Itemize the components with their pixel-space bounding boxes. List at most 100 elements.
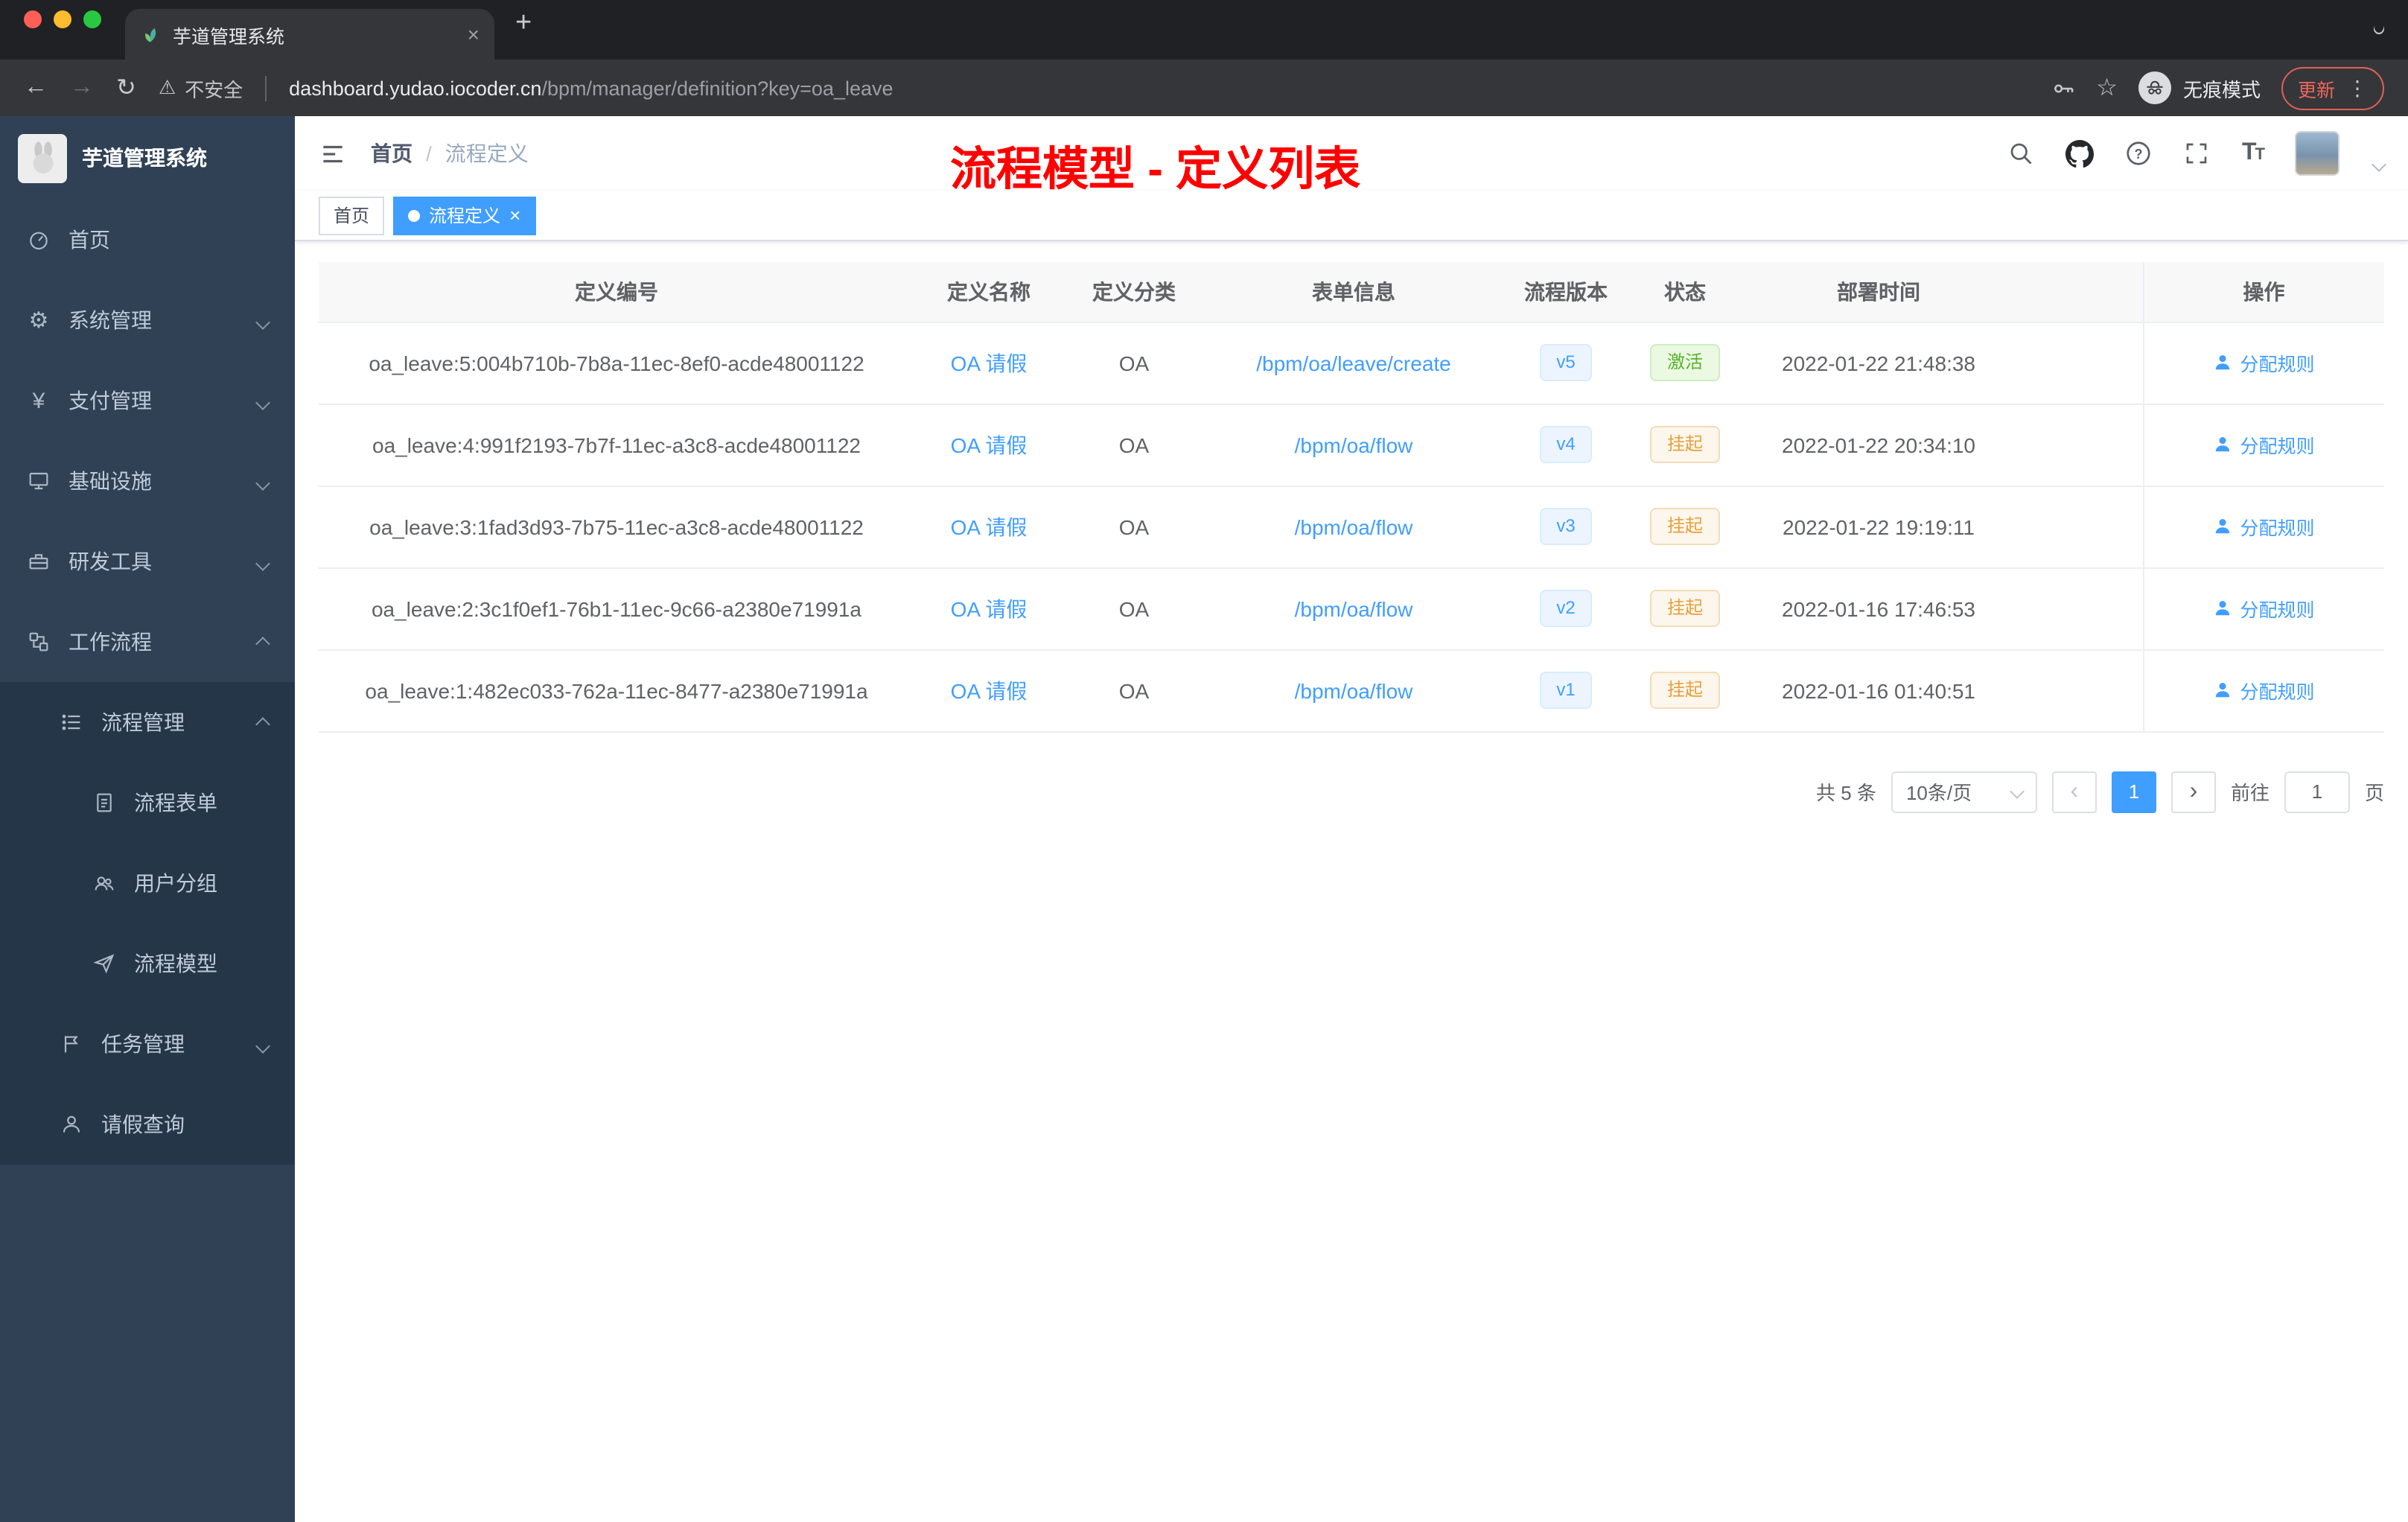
key-icon[interactable] <box>2050 75 2075 101</box>
next-page-button[interactable]: › <box>2170 771 2216 812</box>
status-badge: 挂起 <box>1650 672 1719 709</box>
address-omnibox[interactable]: dashboard.yudao.iocoder.cn/bpm/manager/d… <box>289 77 2028 99</box>
help-icon[interactable]: ? <box>2126 140 2153 167</box>
assign-rule-link[interactable]: 分配规则 <box>2213 676 2315 704</box>
sidebar-item-user-group[interactable]: 用户分组 <box>0 843 295 923</box>
assign-rule-link[interactable]: 分配规则 <box>2213 512 2315 541</box>
forward-icon[interactable]: → <box>70 74 94 101</box>
cell-deploy-time: 2022-01-16 01:40:51 <box>1741 649 2016 732</box>
tag-process-definition[interactable]: 流程定义 × <box>393 196 536 235</box>
back-icon[interactable]: ← <box>24 74 48 101</box>
form-link[interactable]: /bpm/oa/leave/create <box>1256 351 1451 375</box>
github-icon[interactable] <box>2065 139 2095 168</box>
chevron-down-icon <box>255 476 270 491</box>
goto-page-input[interactable] <box>2284 771 2350 812</box>
sidebar-item-home[interactable]: 首页 <box>0 200 295 280</box>
security-indicator[interactable]: ⚠ 不安全 <box>159 74 243 102</box>
definition-name-link[interactable]: OA 请假 <box>951 678 1028 702</box>
sidebar-item-label: 流程管理 <box>101 710 185 734</box>
cell-spacer <box>2016 567 2143 650</box>
warning-icon: ⚠ <box>158 76 176 98</box>
breadcrumb-home[interactable]: 首页 <box>371 138 413 168</box>
update-chip[interactable]: 更新 ⋮ <box>2281 66 2384 109</box>
sidebar-item-label: 研发工具 <box>69 550 152 573</box>
definition-name-link[interactable]: OA 请假 <box>951 515 1028 538</box>
sidebar-item-process-management[interactable]: 流程管理 <box>0 682 295 762</box>
reload-icon[interactable]: ↻ <box>116 73 136 103</box>
assign-rule-link[interactable]: 分配规则 <box>2213 430 2315 459</box>
hamburger-icon[interactable] <box>319 139 347 168</box>
close-window-button[interactable] <box>24 10 42 28</box>
search-icon[interactable] <box>2008 140 2035 167</box>
tag-close-icon[interactable]: × <box>509 206 520 225</box>
form-link[interactable]: /bpm/oa/flow <box>1295 433 1413 456</box>
cell-deploy-time: 2022-01-22 19:19:11 <box>1741 485 2016 568</box>
table-header-row: 定义编号 定义名称 定义分类 表单信息 流程版本 状态 部署时间 操作 <box>319 262 2384 322</box>
cell-spacer <box>2016 649 2143 732</box>
avatar[interactable] <box>2295 131 2339 176</box>
incognito-icon <box>2138 71 2171 104</box>
document-icon <box>97 793 112 812</box>
goto-label: 前往 <box>2230 782 2270 804</box>
form-link[interactable]: /bpm/oa/flow <box>1295 596 1413 620</box>
browser-menu-icon[interactable]: ⋮ <box>2347 75 2368 101</box>
zoom-window-button[interactable] <box>83 10 101 28</box>
page-size-select[interactable]: 10条/页 <box>1891 771 2037 812</box>
bookmark-star-icon[interactable]: ☆ <box>2096 73 2118 103</box>
new-tab-button[interactable]: + <box>515 7 532 40</box>
sidebar-item-payment[interactable]: ¥ 支付管理 <box>0 360 295 441</box>
sidebar-item-process-model[interactable]: 流程模型 <box>0 923 295 1004</box>
sidebar-item-leave-query[interactable]: 请假查询 <box>0 1084 295 1165</box>
assign-rule-link[interactable]: 分配规则 <box>2213 348 2315 377</box>
minimize-window-button[interactable] <box>54 10 71 28</box>
avatar-caret-icon[interactable] <box>2372 156 2386 171</box>
tag-label: 流程定义 <box>429 206 501 226</box>
pagination-total: 共 5 条 <box>1816 782 1876 804</box>
text-size-icon[interactable]: TT <box>2242 140 2265 167</box>
chevron-down-icon <box>2010 784 2025 799</box>
sidebar-item-workflow[interactable]: 工作流程 <box>0 602 295 682</box>
browser-tab[interactable]: 芋道管理系统 × <box>125 9 494 60</box>
form-link[interactable]: /bpm/oa/flow <box>1295 678 1413 702</box>
sidebar-item-label: 用户分组 <box>134 871 217 895</box>
current-page-button[interactable]: 1 <box>2111 771 2156 812</box>
page-content: 定义编号 定义名称 定义分类 表单信息 流程版本 状态 部署时间 操作 oa_l… <box>295 241 2408 1522</box>
column-spacer <box>2016 262 2143 322</box>
column-header: 操作 <box>2142 262 2384 322</box>
sidebar-item-system[interactable]: ⚙ 系统管理 <box>0 280 295 360</box>
person-icon <box>2216 355 2230 370</box>
sidebar-item-devtools[interactable]: 研发工具 <box>0 521 295 602</box>
assign-rule-link[interactable]: 分配规则 <box>2213 594 2315 623</box>
table-row: oa_leave:3:1fad3d93-7b75-11ec-a3c8-acde4… <box>319 485 2384 568</box>
person-icon <box>2216 683 2230 698</box>
cell-deploy-time: 2022-01-22 20:34:10 <box>1741 404 2016 486</box>
form-link[interactable]: /bpm/oa/flow <box>1295 515 1413 538</box>
column-header: 定义名称 <box>914 262 1063 322</box>
cell-category: OA <box>1063 649 1205 732</box>
definition-name-link[interactable]: OA 请假 <box>951 596 1028 620</box>
definition-name-link[interactable]: OA 请假 <box>951 351 1028 375</box>
page-size-value: 10条/页 <box>1905 782 1972 804</box>
tab-search-icon[interactable] <box>2372 22 2386 36</box>
cell-definition-id: oa_leave:2:3c1f0ef1-76b1-11ec-9c66-a2380… <box>319 567 914 650</box>
tab-close-icon[interactable]: × <box>468 22 480 46</box>
prev-page-button[interactable]: ‹ <box>2051 771 2097 812</box>
tag-home[interactable]: 首页 <box>319 196 385 235</box>
sidebar-item-label: 工作流程 <box>69 630 152 654</box>
status-badge: 挂起 <box>1650 508 1719 545</box>
status-badge: 激活 <box>1650 344 1719 381</box>
main-area: 首页 / 流程定义 ? TT 流程模型 - 定义列表 首页 流程定义 × 定义编… <box>295 116 2408 1522</box>
divider <box>265 75 267 101</box>
fullscreen-icon[interactable] <box>2184 140 2211 167</box>
tag-label: 首页 <box>334 206 370 226</box>
sidebar-item-infrastructure[interactable]: 基础设施 <box>0 441 295 521</box>
url-path: /bpm/manager/definition?key=oa_leave <box>541 77 894 99</box>
breadcrumb-current: 流程定义 <box>445 141 529 165</box>
cell-deploy-time: 2022-01-16 17:46:53 <box>1741 567 2016 650</box>
chevron-wrap <box>255 630 270 654</box>
sidebar-item-task-management[interactable]: 任务管理 <box>0 1004 295 1084</box>
sidebar-item-process-form[interactable]: 流程表单 <box>0 762 295 843</box>
definition-name-link[interactable]: OA 请假 <box>951 433 1028 456</box>
person-icon <box>2216 601 2230 616</box>
app-title: 芋道管理系统 <box>82 146 207 170</box>
